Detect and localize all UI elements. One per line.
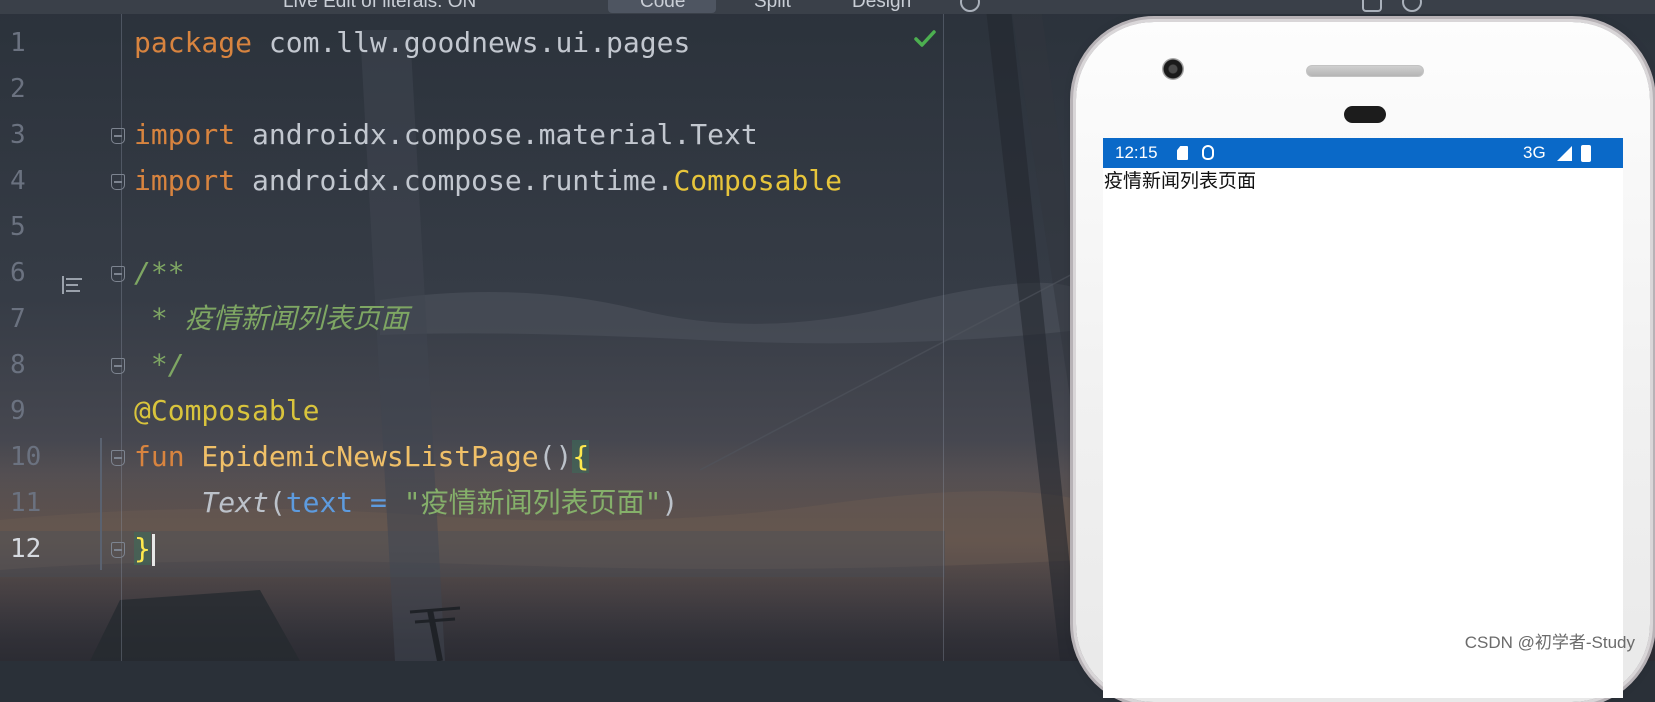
line-number-gutter: 1 2 3 4 5 6 7 8 9 10 11 12 (0, 14, 125, 661)
code-line-12: } (134, 526, 155, 572)
network-type: 3G (1523, 143, 1546, 162)
code-line-3: import androidx.compose.material.Text (134, 118, 758, 151)
code-view-label: Code (640, 0, 686, 12)
code-line-1: package com.llw.goodnews.ui.pages (134, 26, 691, 59)
fold-icon[interactable] (111, 128, 125, 144)
line-number: 1 (10, 28, 26, 58)
device-preview-frame: 12:15 3G 疫情新闻列表页面 (1076, 22, 1650, 702)
fold-icon[interactable] (111, 358, 125, 374)
code-line-11: Text(text = "疫情新闻列表页面") (201, 486, 679, 519)
line-number: 6 (10, 258, 26, 288)
editor-toolbar: Live Edit of literals: ON Code Split Des… (0, 0, 1655, 14)
line-number: 3 (10, 120, 26, 150)
watermark: CSDN @初学者-Study (1464, 633, 1635, 652)
code-line-8: */ (134, 348, 185, 381)
check-icon[interactable] (913, 26, 937, 50)
line-number: 7 (10, 304, 26, 334)
front-camera-icon (1162, 58, 1184, 80)
code-line-9: @Composable (134, 394, 320, 427)
code-line-10: fun EpidemicNewsListPage(){ (134, 440, 590, 473)
settings-icon[interactable] (1402, 0, 1422, 12)
device-icon[interactable] (1362, 0, 1382, 12)
line-number: 5 (10, 212, 26, 242)
debug-icon (1202, 145, 1214, 160)
code-line-7: * 疫情新闻列表页面 (134, 302, 409, 335)
text-caret (151, 534, 155, 566)
refresh-icon[interactable] (960, 0, 980, 12)
proximity-sensor (1344, 106, 1386, 123)
preview-text: 疫情新闻列表页面 (1104, 170, 1257, 192)
fold-icon[interactable] (111, 174, 125, 190)
line-number: 11 (10, 488, 42, 518)
live-edit-toggle[interactable]: Live Edit of literals: ON (283, 0, 476, 13)
line-number: 2 (10, 74, 26, 104)
fold-icon[interactable] (111, 450, 125, 466)
status-bar: 12:15 3G (1103, 138, 1623, 168)
battery-icon (1581, 145, 1591, 162)
signal-icon (1557, 146, 1572, 161)
split-view-button[interactable]: Split (754, 0, 791, 13)
device-screen[interactable]: 12:15 3G 疫情新闻列表页面 (1103, 138, 1623, 698)
sd-card-icon (1177, 146, 1188, 160)
line-number: 10 (10, 442, 42, 472)
design-view-button[interactable]: Design (852, 0, 911, 13)
code-line-6: /** (134, 256, 185, 289)
fold-icon[interactable] (111, 542, 125, 558)
line-number: 4 (10, 166, 26, 196)
line-number: 9 (10, 396, 26, 426)
line-number-current: 12 (10, 534, 42, 564)
code-line-4: import androidx.compose.runtime.Composab… (134, 164, 843, 197)
status-time: 12:15 (1115, 143, 1158, 162)
right-margin-guide (943, 14, 944, 661)
fold-icon[interactable] (111, 266, 125, 282)
render-doc-icon[interactable] (62, 276, 84, 296)
line-number: 8 (10, 350, 26, 380)
earpiece-speaker (1306, 65, 1424, 77)
